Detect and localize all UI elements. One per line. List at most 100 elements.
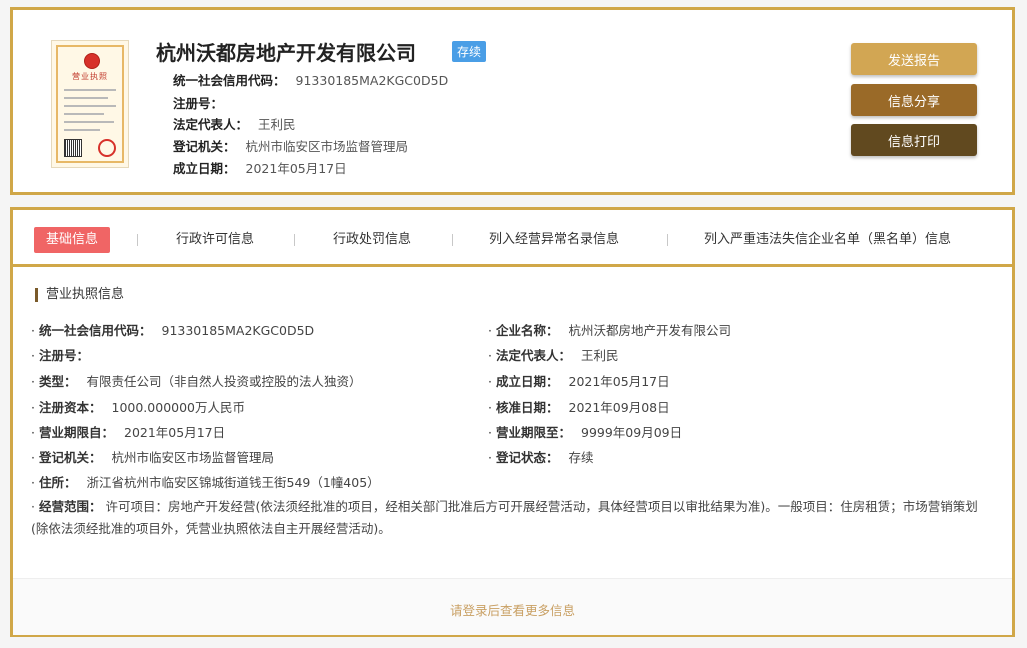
field-label: 登记机关： xyxy=(173,139,236,154)
license-line xyxy=(64,89,116,91)
field-label: 注册资本： xyxy=(38,400,102,415)
field-label: 经营范围： xyxy=(38,499,102,514)
header-field-credit-code: 统一社会信用代码： 91330185MA2KGC0D5D xyxy=(173,70,448,89)
bullet: · xyxy=(31,348,35,363)
field-label: 住所： xyxy=(38,475,77,490)
tab-admin-penalty[interactable]: 行政处罚信息 xyxy=(333,227,411,253)
share-info-button[interactable]: 信息分享 xyxy=(851,84,977,116)
bullet: · xyxy=(488,374,492,389)
field-value: 王利民 xyxy=(581,348,619,363)
send-report-button[interactable]: 发送报告 xyxy=(851,43,977,75)
field-label: 法定代表人： xyxy=(495,348,571,363)
field-reg-status: · 登记状态： 存续 xyxy=(488,447,594,466)
national-emblem-icon xyxy=(84,53,100,69)
header-field-legal-rep: 法定代表人： 王利民 xyxy=(173,114,296,133)
official-seal-icon xyxy=(98,139,116,157)
tab-divider xyxy=(452,234,453,246)
field-value: 王利民 xyxy=(258,117,296,132)
tab-blacklist[interactable]: 列入严重违法失信企业名单（黑名单）信息 xyxy=(704,227,951,253)
field-founded: · 成立日期： 2021年05月17日 xyxy=(488,371,670,390)
field-value: 91330185MA2KGC0D5D xyxy=(295,73,449,88)
field-value: 1000.000000万人民币 xyxy=(111,400,246,415)
tab-divider xyxy=(294,234,295,246)
field-label: 成立日期： xyxy=(173,161,236,176)
field-term-to: · 营业期限至： 9999年09月09日 xyxy=(488,422,682,441)
qr-code-icon xyxy=(64,139,82,157)
section-title: 营业执照信息 xyxy=(35,288,124,302)
field-term-from: · 营业期限自： 2021年05月17日 xyxy=(31,422,225,441)
tab-bar: 基础信息 行政许可信息 行政处罚信息 列入经营异常名录信息 列入严重违法失信企业… xyxy=(13,210,1012,267)
field-type: · 类型： 有限责任公司（非自然人投资或控股的法人独资） xyxy=(31,371,362,390)
field-label: 统一社会信用代码： xyxy=(38,323,152,338)
tab-divider xyxy=(137,234,138,246)
field-label: 企业名称： xyxy=(495,323,559,338)
license-line xyxy=(64,97,108,99)
field-label: 注册号： xyxy=(38,348,89,363)
bullet: · xyxy=(31,400,35,415)
login-to-view-more-link[interactable]: 请登录后查看更多信息 xyxy=(13,600,1012,619)
field-value: 存续 xyxy=(568,450,594,465)
bullet: · xyxy=(488,348,492,363)
bullet: · xyxy=(31,323,35,338)
detail-card: 基础信息 行政许可信息 行政处罚信息 列入经营异常名录信息 列入严重违法失信企业… xyxy=(10,207,1015,637)
header-field-reg-no: 注册号： xyxy=(173,93,233,112)
field-value: 杭州沃都房地产开发有限公司 xyxy=(568,323,732,338)
login-footer: 请登录后查看更多信息 xyxy=(13,578,1012,635)
field-value: 2021年05月17日 xyxy=(245,161,347,176)
license-line xyxy=(64,129,100,131)
bullet: · xyxy=(488,323,492,338)
company-name: 杭州沃都房地产开发有限公司 xyxy=(156,41,416,65)
company-header-card: 营业执照 杭州沃都房地产开发有限公司 存续 统一社会信用代码： 91330185M… xyxy=(10,7,1015,195)
field-label: 营业期限至： xyxy=(495,425,571,440)
license-line xyxy=(64,105,116,107)
field-approval-date: · 核准日期： 2021年09月08日 xyxy=(488,397,670,416)
bullet: · xyxy=(488,450,492,465)
field-authority: · 登记机关： 杭州市临安区市场监督管理局 xyxy=(31,447,274,466)
tab-basic-info[interactable]: 基础信息 xyxy=(34,227,111,253)
field-credit-code: · 统一社会信用代码： 91330185MA2KGC0D5D xyxy=(31,320,314,339)
bullet: · xyxy=(31,425,35,440)
field-value: 杭州市临安区市场监督管理局 xyxy=(111,450,275,465)
field-value: 2021年09月08日 xyxy=(568,400,670,415)
field-label: 核准日期： xyxy=(495,400,559,415)
status-badge: 存续 xyxy=(452,41,487,62)
business-license-icon[interactable]: 营业执照 xyxy=(51,40,129,168)
tab-abnormal-list[interactable]: 列入经营异常名录信息 xyxy=(489,227,619,253)
tab-admin-license[interactable]: 行政许可信息 xyxy=(176,227,254,253)
field-label: 法定代表人： xyxy=(173,117,249,132)
field-business-scope: · 经营范围： 许可项目：房地产开发经营(依法须经批准的项目，经相关部门批准后方… xyxy=(31,496,991,540)
license-image-title: 营业执照 xyxy=(72,72,108,81)
field-value: 有限责任公司（非自然人投资或控股的法人独资） xyxy=(86,374,362,389)
field-label: 登记状态： xyxy=(495,450,559,465)
license-line xyxy=(64,121,114,123)
field-value: 2021年05月17日 xyxy=(124,425,226,440)
bullet: · xyxy=(31,374,35,389)
bullet: · xyxy=(31,450,35,465)
field-label: 类型： xyxy=(38,374,77,389)
bullet: · xyxy=(31,475,35,490)
field-label: 成立日期： xyxy=(495,374,559,389)
bullet: · xyxy=(31,499,35,514)
field-company-name: · 企业名称： 杭州沃都房地产开发有限公司 xyxy=(488,320,731,339)
field-value: 9999年09月09日 xyxy=(581,425,683,440)
field-label: 注册号： xyxy=(173,96,224,111)
header-field-authority: 登记机关： 杭州市临安区市场监督管理局 xyxy=(173,136,408,155)
header-field-founded: 成立日期： 2021年05月17日 xyxy=(173,158,347,177)
print-info-button[interactable]: 信息打印 xyxy=(851,124,977,156)
field-value: 91330185MA2KGC0D5D xyxy=(161,323,315,338)
field-label: 登记机关： xyxy=(38,450,102,465)
field-value: 许可项目：房地产开发经营(依法须经批准的项目，经相关部门批准后方可开展经营活动，… xyxy=(31,499,978,536)
field-reg-no: · 注册号： xyxy=(31,345,99,364)
field-address: · 住所： 浙江省杭州市临安区锦城街道钱王街549（1幢405） xyxy=(31,472,380,491)
field-label: 统一社会信用代码： xyxy=(173,73,286,88)
bullet: · xyxy=(488,425,492,440)
license-line xyxy=(64,113,104,115)
field-value: 2021年05月17日 xyxy=(568,374,670,389)
tab-divider xyxy=(667,234,668,246)
field-legal-rep: · 法定代表人： 王利民 xyxy=(488,345,619,364)
field-value: 浙江省杭州市临安区锦城街道钱王街549（1幢405） xyxy=(86,475,380,490)
field-value: 杭州市临安区市场监督管理局 xyxy=(245,139,409,154)
field-reg-capital: · 注册资本： 1000.000000万人民币 xyxy=(31,397,245,416)
bullet: · xyxy=(488,400,492,415)
field-label: 营业期限自： xyxy=(38,425,114,440)
